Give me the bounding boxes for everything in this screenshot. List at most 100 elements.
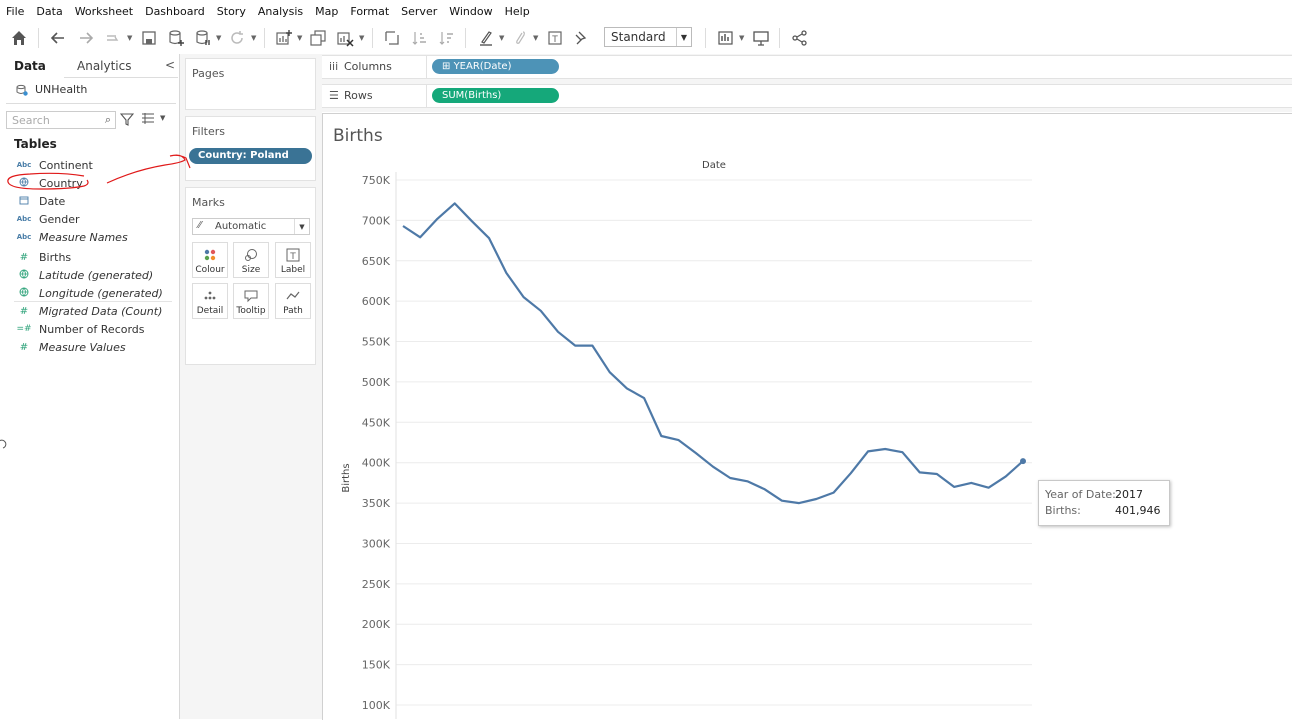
menu-worksheet[interactable]: Worksheet xyxy=(69,5,139,18)
path-icon xyxy=(276,289,310,303)
datasource-item[interactable]: UNHealth xyxy=(16,83,87,96)
field-gender[interactable]: Abc Gender xyxy=(16,211,80,227)
tab-analytics[interactable]: Analytics xyxy=(77,59,132,73)
size-button[interactable]: Size xyxy=(233,242,269,278)
size-icon xyxy=(234,248,268,262)
data-point xyxy=(1020,458,1026,465)
menu-help[interactable]: Help xyxy=(499,5,536,18)
show-labels-icon[interactable]: T xyxy=(545,28,565,48)
tooltip-icon xyxy=(234,289,268,303)
y-tick-label: 450K xyxy=(362,416,391,429)
field-date[interactable]: Date xyxy=(16,193,65,209)
marks-title: Marks xyxy=(192,196,225,209)
fit-select[interactable]: Standard ▼ xyxy=(604,27,692,47)
refresh-icon[interactable] xyxy=(227,28,247,48)
save-icon[interactable] xyxy=(139,28,159,48)
show-me-icon[interactable] xyxy=(716,28,736,48)
menu-data[interactable]: Data xyxy=(30,5,68,18)
replay-icon[interactable] xyxy=(103,28,123,48)
filters-card[interactable]: Filters Country: Poland xyxy=(185,116,316,181)
pages-title: Pages xyxy=(192,67,225,80)
y-tick-label: 100K xyxy=(362,699,391,712)
tooltip: Year of Date: 2017 Births: 401,946 xyxy=(1038,480,1170,526)
undo-icon[interactable] xyxy=(48,28,68,48)
tooltip-button[interactable]: Tooltip xyxy=(233,283,269,319)
calculated-number-icon: =# xyxy=(16,324,32,334)
field-migrated-data[interactable]: # Migrated Data (Count) xyxy=(16,303,163,319)
shelves: iii Columns ⊞ YEAR(Date) ☰ Rows SUM(Birt… xyxy=(322,54,1292,112)
menu-server[interactable]: Server xyxy=(395,5,443,18)
share-icon[interactable] xyxy=(790,28,810,48)
field-measure-values[interactable]: # Measure Values xyxy=(16,339,126,355)
pause-datasource-icon[interactable] xyxy=(193,28,213,48)
line-chart[interactable]: 750K 700K 650K 600K 550K 500K 450K 400K 350K 300K… xyxy=(323,114,1292,719)
menu-window[interactable]: Window xyxy=(443,5,498,18)
globe-icon xyxy=(16,269,32,281)
string-type-icon: Abc xyxy=(16,161,32,169)
sort-descending-icon[interactable] xyxy=(437,28,457,48)
chevron-down-icon[interactable]: ▼ xyxy=(160,114,165,122)
y-tick-label: 500K xyxy=(362,376,391,389)
y-axis-title: Births xyxy=(341,463,352,492)
menu-map[interactable]: Map xyxy=(309,5,344,18)
view-options-icon[interactable] xyxy=(142,113,154,124)
rows-pill-sum-births[interactable]: SUM(Births) xyxy=(432,88,559,103)
menu-story[interactable]: Story xyxy=(211,5,252,18)
series-line xyxy=(402,202,1024,505)
menu-file[interactable]: File xyxy=(0,5,30,18)
datasource-name: UNHealth xyxy=(35,83,88,96)
colour-button[interactable]: Colour xyxy=(192,242,228,278)
field-longitude[interactable]: Longitude (generated) xyxy=(16,285,163,301)
menu-format[interactable]: Format xyxy=(344,5,395,18)
field-continent[interactable]: Abc Continent xyxy=(16,157,93,173)
clear-sheet-icon[interactable] xyxy=(335,28,355,48)
y-tick-label: 200K xyxy=(362,618,391,631)
menu-analysis[interactable]: Analysis xyxy=(252,5,309,18)
marks-card: Marks ⁄⁄ Automatic ▼ Colour Size T Label… xyxy=(185,187,316,365)
colour-icon xyxy=(193,248,227,262)
filter-icon[interactable] xyxy=(120,112,134,126)
new-worksheet-icon[interactable] xyxy=(274,28,294,48)
mark-type-select[interactable]: ⁄⁄ Automatic ▼ xyxy=(192,218,310,235)
pages-card[interactable]: Pages xyxy=(185,58,316,110)
field-number-of-records[interactable]: =# Number of Records xyxy=(16,321,144,337)
tab-data[interactable]: Data xyxy=(14,59,46,73)
columns-shelf[interactable]: iii Columns ⊞ YEAR(Date) xyxy=(322,55,1292,79)
line-mark-icon: ⁄⁄ xyxy=(198,220,202,231)
group-members-icon[interactable] xyxy=(510,28,530,48)
fix-axes-icon[interactable] xyxy=(571,28,591,48)
detail-icon xyxy=(193,289,227,303)
filter-pill-country[interactable]: Country: Poland xyxy=(189,148,312,164)
y-tick-label: 700K xyxy=(362,214,391,227)
presentation-mode-icon[interactable] xyxy=(751,28,771,48)
rows-shelf[interactable]: ☰ Rows SUM(Births) xyxy=(322,84,1292,108)
label-icon: T xyxy=(276,248,310,262)
y-tick-label: 300K xyxy=(362,537,391,550)
home-icon[interactable] xyxy=(9,28,29,48)
sort-ascending-icon[interactable] xyxy=(410,28,430,48)
chevron-down-icon: ▼ xyxy=(676,28,691,46)
columns-label: Columns xyxy=(344,60,392,73)
svg-text:T: T xyxy=(289,252,296,262)
menu-dashboard[interactable]: Dashboard xyxy=(139,5,211,18)
detail-button[interactable]: Detail xyxy=(192,283,228,319)
columns-icon: iii xyxy=(329,60,339,73)
collapse-pane-icon[interactable]: < xyxy=(165,58,175,72)
field-births[interactable]: # Births xyxy=(16,249,71,265)
columns-pill-year-date[interactable]: ⊞ YEAR(Date) xyxy=(432,59,559,74)
duplicate-sheet-icon[interactable] xyxy=(308,28,328,48)
field-measure-names[interactable]: Abc Measure Names xyxy=(16,229,128,245)
y-tick-label: 400K xyxy=(362,457,391,470)
search-input[interactable]: Search ⌕ xyxy=(6,111,116,129)
globe-icon xyxy=(16,287,32,299)
path-button[interactable]: Path xyxy=(275,283,311,319)
field-latitude[interactable]: Latitude (generated) xyxy=(16,267,153,283)
new-datasource-icon[interactable] xyxy=(166,28,186,48)
redo-icon[interactable] xyxy=(76,28,96,48)
string-type-icon: Abc xyxy=(16,233,32,241)
field-country[interactable]: Country xyxy=(16,175,83,191)
highlight-icon[interactable] xyxy=(476,28,496,48)
swap-rows-columns-icon[interactable] xyxy=(382,28,402,48)
label-button[interactable]: T Label xyxy=(275,242,311,278)
calendar-icon xyxy=(16,195,32,207)
